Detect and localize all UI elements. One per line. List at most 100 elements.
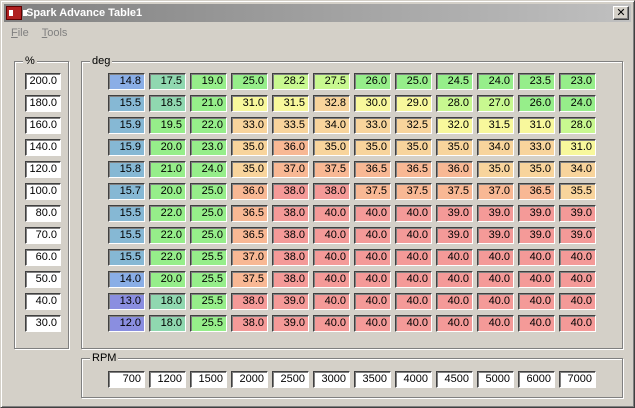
table-cell[interactable]: 39.0 — [518, 227, 555, 244]
table-cell[interactable]: 36.0 — [231, 183, 268, 200]
table-cell[interactable]: 32.8 — [313, 95, 350, 112]
load-cell[interactable]: 100.0 — [25, 183, 61, 200]
table-cell[interactable]: 34.0 — [477, 139, 514, 156]
table-cell[interactable]: 22.0 — [149, 205, 186, 222]
table-cell[interactable]: 31.5 — [272, 95, 309, 112]
table-cell[interactable]: 40.0 — [395, 205, 432, 222]
table-cell[interactable]: 38.0 — [272, 271, 309, 288]
title-bar[interactable]: Spark Advance Table1 ✕ — [4, 4, 631, 22]
table-cell[interactable]: 25.0 — [190, 205, 227, 222]
load-cell[interactable]: 120.0 — [25, 161, 61, 178]
table-cell[interactable]: 35.0 — [518, 161, 555, 178]
table-cell[interactable]: 35.0 — [354, 139, 391, 156]
table-cell[interactable]: 25.0 — [231, 73, 268, 90]
load-cell[interactable]: 70.0 — [25, 227, 61, 244]
table-cell[interactable]: 40.0 — [395, 315, 432, 332]
table-cell[interactable]: 14.8 — [108, 73, 145, 90]
table-cell[interactable]: 27.0 — [477, 95, 514, 112]
table-cell[interactable]: 12.0 — [108, 315, 145, 332]
table-cell[interactable]: 29.0 — [395, 95, 432, 112]
table-cell[interactable]: 40.0 — [395, 227, 432, 244]
rpm-cell[interactable]: 2500 — [272, 371, 309, 388]
table-cell[interactable]: 31.0 — [559, 139, 596, 156]
load-cell[interactable]: 160.0 — [25, 117, 61, 134]
table-cell[interactable]: 22.0 — [149, 227, 186, 244]
rpm-cell[interactable]: 1200 — [149, 371, 186, 388]
table-cell[interactable]: 37.5 — [313, 161, 350, 178]
table-cell[interactable]: 40.0 — [313, 227, 350, 244]
table-cell[interactable]: 40.0 — [436, 293, 473, 310]
table-cell[interactable]: 36.0 — [272, 139, 309, 156]
table-cell[interactable]: 31.0 — [518, 117, 555, 134]
table-cell[interactable]: 33.5 — [272, 117, 309, 134]
table-cell[interactable]: 40.0 — [354, 205, 391, 222]
load-cell[interactable]: 180.0 — [25, 95, 61, 112]
load-cell[interactable]: 40.0 — [25, 293, 61, 310]
table-cell[interactable]: 39.0 — [559, 227, 596, 244]
table-cell[interactable]: 40.0 — [313, 205, 350, 222]
table-cell[interactable]: 25.0 — [190, 183, 227, 200]
table-cell[interactable]: 15.9 — [108, 139, 145, 156]
table-cell[interactable]: 40.0 — [354, 315, 391, 332]
table-cell[interactable]: 40.0 — [559, 249, 596, 266]
load-cell[interactable]: 140.0 — [25, 139, 61, 156]
table-cell[interactable]: 39.0 — [436, 227, 473, 244]
load-cell[interactable]: 60.0 — [25, 249, 61, 266]
table-cell[interactable]: 39.0 — [272, 293, 309, 310]
rpm-cell[interactable]: 700 — [108, 371, 145, 388]
table-cell[interactable]: 20.0 — [149, 183, 186, 200]
table-cell[interactable]: 18.0 — [149, 315, 186, 332]
table-cell[interactable]: 37.0 — [477, 183, 514, 200]
table-cell[interactable]: 40.0 — [518, 249, 555, 266]
table-cell[interactable]: 25.0 — [395, 73, 432, 90]
table-cell[interactable]: 25.5 — [190, 249, 227, 266]
table-cell[interactable]: 35.0 — [231, 161, 268, 178]
table-cell[interactable]: 14.0 — [108, 271, 145, 288]
table-cell[interactable]: 37.5 — [395, 183, 432, 200]
table-cell[interactable]: 40.0 — [436, 271, 473, 288]
load-cell[interactable]: 200.0 — [25, 73, 61, 90]
table-cell[interactable]: 40.0 — [436, 315, 473, 332]
table-cell[interactable]: 37.5 — [436, 183, 473, 200]
table-cell[interactable]: 39.0 — [559, 205, 596, 222]
table-cell[interactable]: 34.0 — [313, 117, 350, 134]
table-cell[interactable]: 36.5 — [231, 227, 268, 244]
rpm-cell[interactable]: 3000 — [313, 371, 350, 388]
table-cell[interactable]: 39.0 — [436, 205, 473, 222]
table-cell[interactable]: 31.5 — [477, 117, 514, 134]
table-cell[interactable]: 40.0 — [313, 293, 350, 310]
table-cell[interactable]: 25.0 — [190, 227, 227, 244]
close-button[interactable]: ✕ — [613, 6, 629, 20]
table-cell[interactable]: 20.0 — [149, 271, 186, 288]
table-cell[interactable]: 15.7 — [108, 183, 145, 200]
rpm-cell[interactable]: 7000 — [559, 371, 596, 388]
table-cell[interactable]: 35.0 — [477, 161, 514, 178]
table-cell[interactable]: 40.0 — [436, 249, 473, 266]
table-cell[interactable]: 35.0 — [436, 139, 473, 156]
table-cell[interactable]: 40.0 — [354, 293, 391, 310]
table-cell[interactable]: 15.5 — [108, 205, 145, 222]
table-cell[interactable]: 26.0 — [518, 95, 555, 112]
rpm-cell[interactable]: 3500 — [354, 371, 391, 388]
table-cell[interactable]: 40.0 — [354, 249, 391, 266]
table-cell[interactable]: 30.0 — [354, 95, 391, 112]
table-cell[interactable]: 36.5 — [354, 161, 391, 178]
rpm-cell[interactable]: 4000 — [395, 371, 432, 388]
table-cell[interactable]: 27.5 — [313, 73, 350, 90]
table-cell[interactable]: 28.0 — [559, 117, 596, 134]
table-cell[interactable]: 15.5 — [108, 249, 145, 266]
table-cell[interactable]: 36.5 — [231, 205, 268, 222]
table-cell[interactable]: 39.0 — [477, 205, 514, 222]
table-cell[interactable]: 40.0 — [518, 293, 555, 310]
table-cell[interactable]: 39.0 — [477, 227, 514, 244]
load-cell[interactable]: 30.0 — [25, 315, 61, 332]
table-cell[interactable]: 15.5 — [108, 227, 145, 244]
table-cell[interactable]: 40.0 — [354, 271, 391, 288]
rpm-cell[interactable]: 6000 — [518, 371, 555, 388]
menu-tools[interactable]: Tools — [35, 27, 74, 39]
table-cell[interactable]: 35.0 — [231, 139, 268, 156]
table-cell[interactable]: 32.5 — [395, 117, 432, 134]
table-cell[interactable]: 13.0 — [108, 293, 145, 310]
table-cell[interactable]: 24.0 — [559, 95, 596, 112]
table-cell[interactable]: 32.0 — [436, 117, 473, 134]
